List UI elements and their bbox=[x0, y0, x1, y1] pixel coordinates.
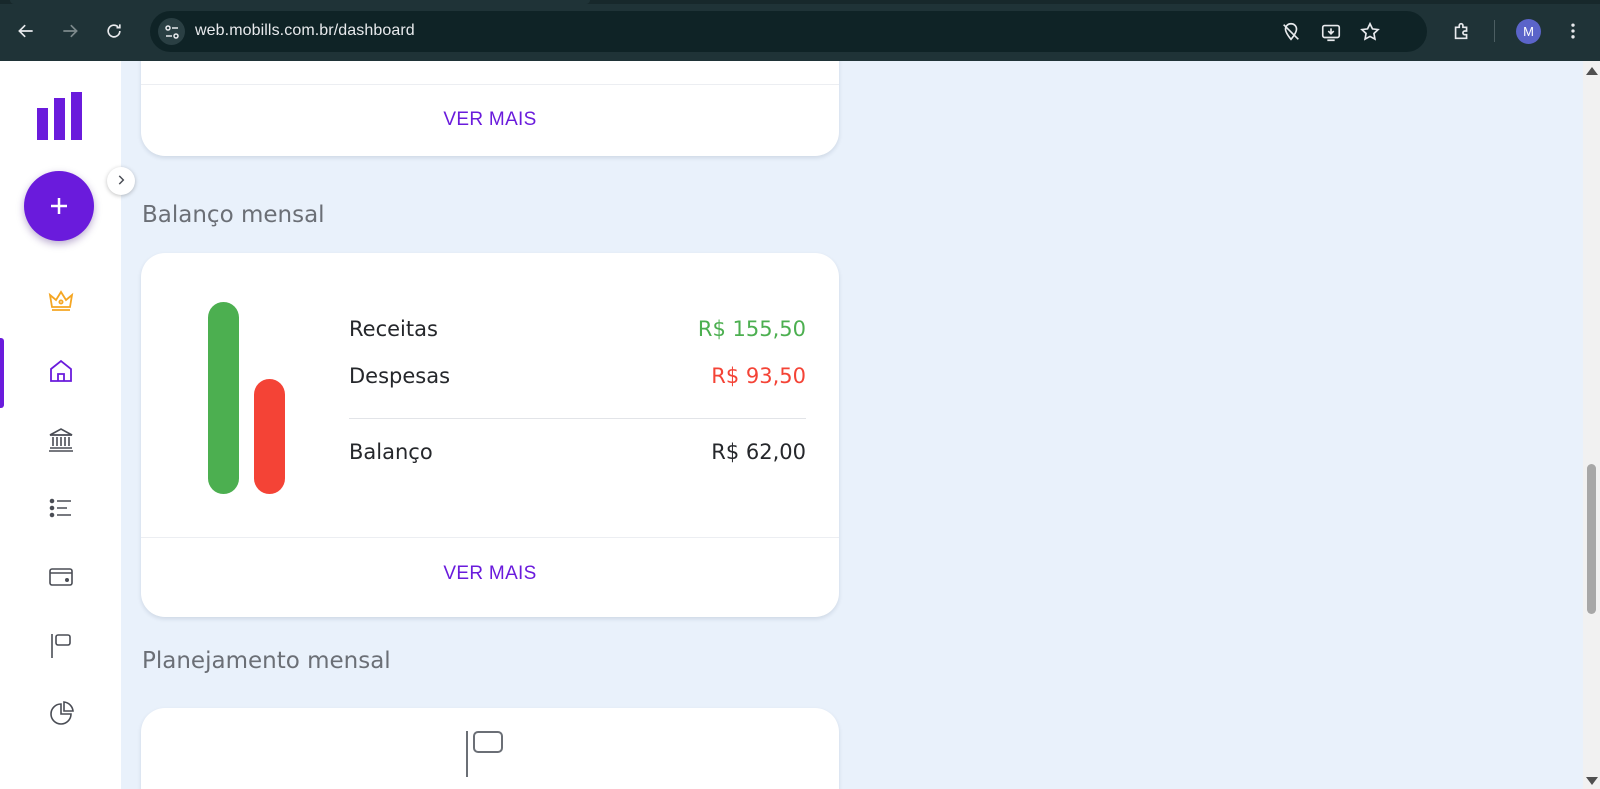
income-bar bbox=[208, 302, 239, 494]
income-label: Receitas bbox=[349, 317, 438, 341]
sidebar-item-planning[interactable] bbox=[0, 619, 121, 675]
planning-section-title: Planejamento mensal bbox=[142, 648, 391, 674]
planning-card bbox=[141, 708, 839, 789]
sidebar bbox=[0, 61, 121, 789]
expense-value: R$ 93,50 bbox=[711, 364, 806, 388]
browser-toolbar: web.mobills.com.br/dashboard M bbox=[0, 0, 1600, 61]
ver-mais-button[interactable]: VER MAIS bbox=[141, 109, 839, 131]
income-value: R$ 155,50 bbox=[697, 317, 806, 341]
active-tab[interactable] bbox=[10, 0, 590, 4]
chevron-right-icon bbox=[114, 172, 128, 191]
extensions-icon[interactable] bbox=[1449, 18, 1475, 44]
menu-kebab-icon[interactable] bbox=[1560, 18, 1586, 44]
forward-icon[interactable] bbox=[57, 18, 83, 44]
balance-divider bbox=[349, 418, 806, 419]
balance-label: Balanço bbox=[349, 440, 433, 464]
install-app-icon[interactable] bbox=[1320, 21, 1342, 43]
expense-bar bbox=[254, 378, 285, 494]
balance-card: Receitas R$ 155,50 Despesas R$ 93,50 Bal… bbox=[141, 253, 839, 617]
flag-icon bbox=[464, 729, 506, 781]
sidebar-item-accounts[interactable] bbox=[0, 413, 121, 469]
mobills-logo[interactable] bbox=[37, 92, 83, 140]
scroll-up-arrow[interactable] bbox=[1586, 67, 1598, 75]
scrollbar-thumb[interactable] bbox=[1587, 464, 1596, 614]
back-icon[interactable] bbox=[13, 18, 39, 44]
bank-icon bbox=[46, 424, 76, 458]
sidebar-item-home[interactable] bbox=[0, 338, 121, 408]
tab-strip bbox=[0, 0, 1600, 4]
sidebar-item-cards[interactable] bbox=[0, 551, 121, 607]
sidebar-item-transactions[interactable] bbox=[0, 482, 121, 538]
url-text[interactable]: web.mobills.com.br/dashboard bbox=[195, 22, 415, 40]
home-icon bbox=[46, 356, 76, 390]
expense-label: Despesas bbox=[349, 364, 451, 388]
toolbar-divider bbox=[1494, 20, 1495, 42]
reload-icon[interactable] bbox=[101, 18, 127, 44]
address-bar[interactable]: web.mobills.com.br/dashboard bbox=[150, 11, 1427, 52]
pie-chart-icon bbox=[46, 699, 76, 733]
balance-value: R$ 62,00 bbox=[711, 440, 806, 464]
list-icon bbox=[46, 493, 76, 527]
profile-avatar[interactable]: M bbox=[1516, 19, 1541, 44]
flag-icon bbox=[46, 630, 76, 664]
card-separator bbox=[141, 537, 839, 538]
sidebar-item-premium[interactable] bbox=[0, 274, 121, 330]
bookmark-star-icon[interactable] bbox=[1359, 21, 1381, 43]
sidebar-item-reports[interactable] bbox=[0, 688, 121, 744]
tracking-protection-icon[interactable] bbox=[1280, 21, 1302, 43]
site-info-icon[interactable] bbox=[158, 18, 185, 45]
credit-card-icon bbox=[46, 562, 76, 596]
add-transaction-button[interactable] bbox=[24, 171, 94, 241]
card-separator bbox=[141, 84, 839, 85]
scroll-down-arrow[interactable] bbox=[1586, 777, 1598, 785]
crown-icon bbox=[46, 285, 76, 319]
expand-sidebar-button[interactable] bbox=[107, 167, 135, 195]
balance-section-title: Balanço mensal bbox=[142, 202, 325, 228]
dashboard-main: VER MAIS Balanço mensal Receitas R$ 155,… bbox=[121, 61, 1583, 789]
page-scrollbar[interactable] bbox=[1583, 61, 1600, 789]
ver-mais-button[interactable]: VER MAIS bbox=[141, 563, 839, 585]
top-card: VER MAIS bbox=[141, 61, 839, 156]
